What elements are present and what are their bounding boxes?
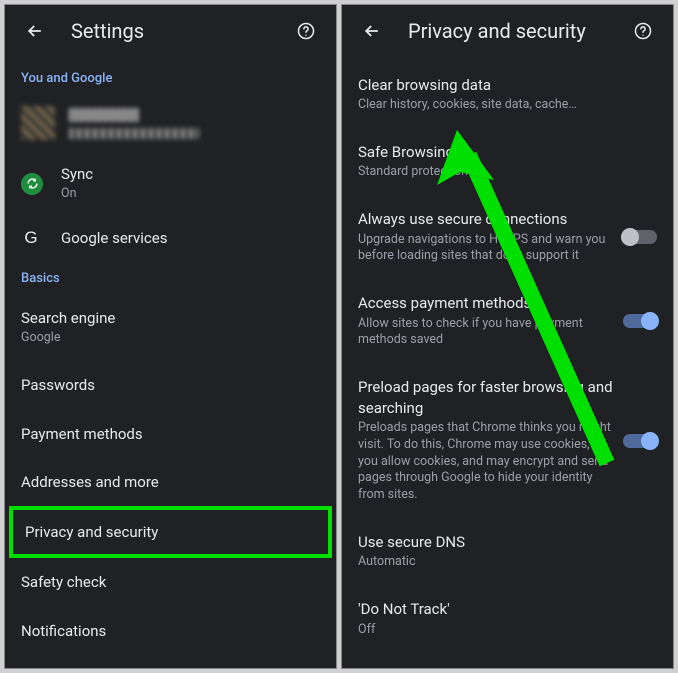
safe-browsing-sub: Standard protection on [358, 164, 657, 181]
privacy-sandbox-row[interactable]: Privacy Sandbox Trial features are on [342, 652, 673, 669]
back-arrow-icon[interactable] [23, 19, 47, 43]
header: Settings [5, 5, 336, 61]
secure-dns-row[interactable]: Use secure DNS Automatic [342, 518, 673, 585]
notifications-row[interactable]: Notifications [5, 607, 336, 655]
account-name-redacted [69, 108, 139, 122]
dnt-label: 'Do Not Track' [358, 599, 657, 619]
help-icon[interactable] [294, 19, 318, 43]
safe-browsing-row[interactable]: Safe Browsing Standard protection on [342, 128, 673, 195]
clear-browsing-sub: Clear history, cookies, site data, cache… [358, 97, 657, 114]
account-email-redacted [69, 128, 199, 139]
page-title: Privacy and security [408, 19, 631, 43]
payment-methods-row[interactable]: Payment methods [5, 410, 336, 458]
clear-browsing-label: Clear browsing data [358, 75, 657, 95]
payment-access-toggle[interactable] [623, 314, 657, 328]
secure-connections-label: Always use secure connections [358, 209, 613, 229]
search-engine-row[interactable]: Search engine Google [5, 294, 336, 361]
account-text [69, 108, 199, 139]
page-title: Settings [71, 19, 294, 43]
passwords-row[interactable]: Passwords [5, 361, 336, 409]
secure-dns-label: Use secure DNS [358, 532, 657, 552]
payment-methods-label: Payment methods [21, 424, 320, 444]
preload-row[interactable]: Preload pages for faster browsing and se… [342, 363, 673, 518]
sandbox-label: Privacy Sandbox [358, 666, 657, 669]
sync-row[interactable]: Sync On [5, 152, 336, 215]
preload-toggle[interactable] [623, 434, 657, 448]
search-engine-label: Search engine [21, 308, 320, 328]
privacy-security-label: Privacy and security [25, 522, 316, 542]
privacy-security-panel: Privacy and security Clear browsing data… [341, 4, 674, 669]
addresses-label: Addresses and more [21, 472, 320, 492]
header: Privacy and security [342, 5, 673, 61]
passwords-label: Passwords [21, 375, 320, 395]
notifications-label: Notifications [21, 621, 320, 641]
section-basics: Basics [5, 261, 336, 294]
safety-check-row[interactable]: Safety check [5, 558, 336, 606]
sync-icon [21, 173, 43, 195]
section-you-and-google: You and Google [5, 61, 336, 94]
sync-status: On [61, 186, 320, 203]
secure-connections-row[interactable]: Always use secure connections Upgrade na… [342, 195, 673, 279]
safe-browsing-label: Safe Browsing [358, 142, 657, 162]
google-services-row[interactable]: G Google services [5, 215, 336, 261]
payment-access-row[interactable]: Access payment methods Allow sites to ch… [342, 279, 673, 363]
settings-panel: Settings You and Google Sync On G Google… [4, 4, 337, 669]
avatar [21, 106, 55, 140]
help-icon[interactable] [631, 19, 655, 43]
secure-dns-sub: Automatic [358, 554, 657, 571]
account-row[interactable] [5, 94, 336, 152]
search-engine-value: Google [21, 330, 320, 347]
privacy-security-row[interactable]: Privacy and security [13, 510, 328, 554]
google-g-icon: G [21, 228, 41, 248]
preload-sub: Preloads pages that Chrome thinks you mi… [358, 420, 613, 504]
secure-connections-toggle[interactable] [623, 230, 657, 244]
sync-label: Sync [61, 164, 320, 184]
preload-label: Preload pages for faster browsing and se… [358, 377, 613, 418]
dnt-sub: Off [358, 622, 657, 639]
payment-access-label: Access payment methods [358, 293, 613, 313]
google-services-label: Google services [61, 228, 320, 248]
addresses-row[interactable]: Addresses and more [5, 458, 336, 506]
payment-access-sub: Allow sites to check if you have payment… [358, 316, 613, 350]
dnt-row[interactable]: 'Do Not Track' Off [342, 585, 673, 652]
safety-check-label: Safety check [21, 572, 320, 592]
clear-browsing-row[interactable]: Clear browsing data Clear history, cooki… [342, 61, 673, 128]
secure-connections-sub: Upgrade navigations to HTTPS and warn yo… [358, 232, 613, 266]
highlight-annotation: Privacy and security [9, 506, 332, 558]
back-arrow-icon[interactable] [360, 19, 384, 43]
